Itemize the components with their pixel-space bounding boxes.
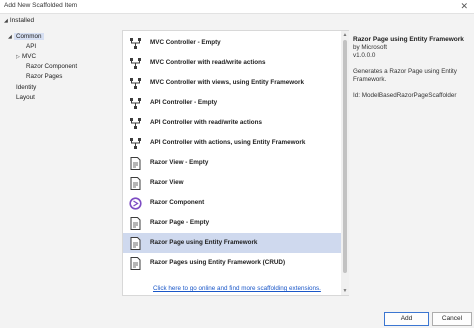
tree-item-razor-component[interactable]: Razor Component bbox=[20, 62, 77, 71]
template-label: API Controller with actions, using Entit… bbox=[150, 139, 306, 146]
collapse-arrow-icon[interactable]: ◢ bbox=[4, 18, 8, 24]
template-label: Razor Page - Empty bbox=[150, 219, 210, 226]
cancel-button[interactable]: Cancel bbox=[432, 312, 472, 326]
tree-item-razor-pages[interactable]: Razor Pages bbox=[20, 72, 62, 81]
tree-item-label: Razor Component bbox=[26, 63, 78, 70]
template-item-razor-view-empty[interactable]: Razor View - Empty bbox=[123, 153, 341, 173]
title-bar: Add New Scaffolded Item ✕ bbox=[0, 0, 474, 14]
blazor-icon bbox=[129, 197, 142, 210]
template-item-mvc-controller-read-write[interactable]: MVC Controller with read/write actions bbox=[123, 53, 341, 73]
vertical-scrollbar[interactable]: ▲ ▼ bbox=[341, 31, 349, 295]
template-item-api-controller-read-write[interactable]: API Controller with read/write actions bbox=[123, 113, 341, 133]
template-item-razor-page-empty[interactable]: Razor Page - Empty bbox=[123, 213, 341, 233]
template-item-api-controller-empty[interactable]: API Controller - Empty bbox=[123, 93, 341, 113]
template-label: Razor Component bbox=[150, 199, 205, 206]
dialog-footer: Add Cancel bbox=[0, 305, 474, 328]
template-label: API Controller with read/write actions bbox=[150, 119, 262, 126]
controller-icon bbox=[130, 78, 141, 89]
tree-item-label: Razor Pages bbox=[26, 73, 63, 80]
tree-item-layout[interactable]: Layout bbox=[10, 93, 35, 102]
controller-icon bbox=[130, 118, 141, 129]
template-label: MVC Controller - Empty bbox=[150, 39, 221, 46]
controller-icon bbox=[130, 98, 141, 109]
razor-page-icon bbox=[130, 157, 141, 170]
tree-item-label: MVC bbox=[22, 53, 36, 60]
template-item-razor-page-ef[interactable]: Razor Page using Entity Framework bbox=[123, 233, 341, 253]
scrollbar-thumb[interactable] bbox=[343, 40, 347, 273]
controller-icon bbox=[130, 138, 141, 149]
template-label: MVC Controller with read/write actions bbox=[150, 59, 266, 66]
tree-item-common[interactable]: ◢ Common bbox=[8, 32, 44, 42]
controller-icon bbox=[130, 38, 141, 49]
tree-item-label: Layout bbox=[16, 94, 35, 101]
template-label: Razor Page using Entity Framework bbox=[150, 239, 258, 246]
online-extensions-link[interactable]: Click here to go online and find more sc… bbox=[153, 285, 321, 292]
template-label: Razor View bbox=[150, 179, 184, 186]
category-tree: ◢ Common API ▷ MVC Razor Component Razor P… bbox=[0, 30, 121, 296]
template-item-razor-pages-ef-crud[interactable]: Razor Pages using Entity Framework (CRUD… bbox=[123, 253, 341, 273]
details-pane: Razor Page using Entity Framework by Mic… bbox=[351, 30, 474, 296]
window-title: Add New Scaffolded Item bbox=[4, 2, 78, 9]
installed-label: Installed bbox=[9, 17, 35, 24]
razor-page-icon bbox=[130, 177, 141, 190]
razor-page-icon bbox=[130, 257, 141, 270]
details-title: Razor Page using Entity Framework bbox=[353, 36, 464, 43]
tree-item-label: API bbox=[26, 43, 37, 50]
template-label: Razor View - Empty bbox=[150, 159, 209, 166]
installed-header[interactable]: ◢ Installed bbox=[4, 17, 34, 24]
details-id: Id: ModelBasedRazorPageScaffolder bbox=[353, 92, 457, 99]
tree-item-mvc[interactable]: ▷ MVC bbox=[16, 52, 36, 62]
template-list: MVC Controller - Empty MVC Controller wi… bbox=[122, 30, 349, 296]
controller-icon bbox=[130, 58, 141, 69]
template-item-api-controller-ef[interactable]: API Controller with actions, using Entit… bbox=[123, 133, 341, 153]
template-label: Razor Pages using Entity Framework (CRUD… bbox=[150, 259, 286, 266]
add-button[interactable]: Add bbox=[384, 312, 429, 326]
scroll-down-arrow-icon[interactable]: ▼ bbox=[341, 287, 349, 295]
template-item-mvc-controller-empty[interactable]: MVC Controller - Empty bbox=[123, 33, 341, 53]
details-version: v1.0.0.0 bbox=[353, 52, 376, 59]
scroll-up-arrow-icon[interactable]: ▲ bbox=[341, 31, 349, 39]
template-item-razor-view[interactable]: Razor View bbox=[123, 173, 341, 193]
razor-page-icon bbox=[130, 217, 141, 230]
template-label: API Controller - Empty bbox=[150, 99, 218, 106]
tree-item-label: Identity bbox=[16, 84, 37, 91]
tree-item-label: Common bbox=[14, 33, 44, 40]
razor-page-icon bbox=[130, 237, 141, 250]
template-item-mvc-controller-views-ef[interactable]: MVC Controller with views, using Entity … bbox=[123, 73, 341, 93]
template-label: MVC Controller with views, using Entity … bbox=[150, 79, 304, 86]
tree-item-api[interactable]: API bbox=[20, 42, 36, 51]
template-item-razor-component[interactable]: Razor Component bbox=[123, 193, 341, 213]
details-author: by Microsoft bbox=[353, 44, 387, 51]
tree-item-identity[interactable]: Identity bbox=[10, 83, 36, 92]
close-icon[interactable]: ✕ bbox=[460, 1, 468, 12]
details-description: Generates a Razor Page using Entity Fram… bbox=[353, 68, 457, 83]
